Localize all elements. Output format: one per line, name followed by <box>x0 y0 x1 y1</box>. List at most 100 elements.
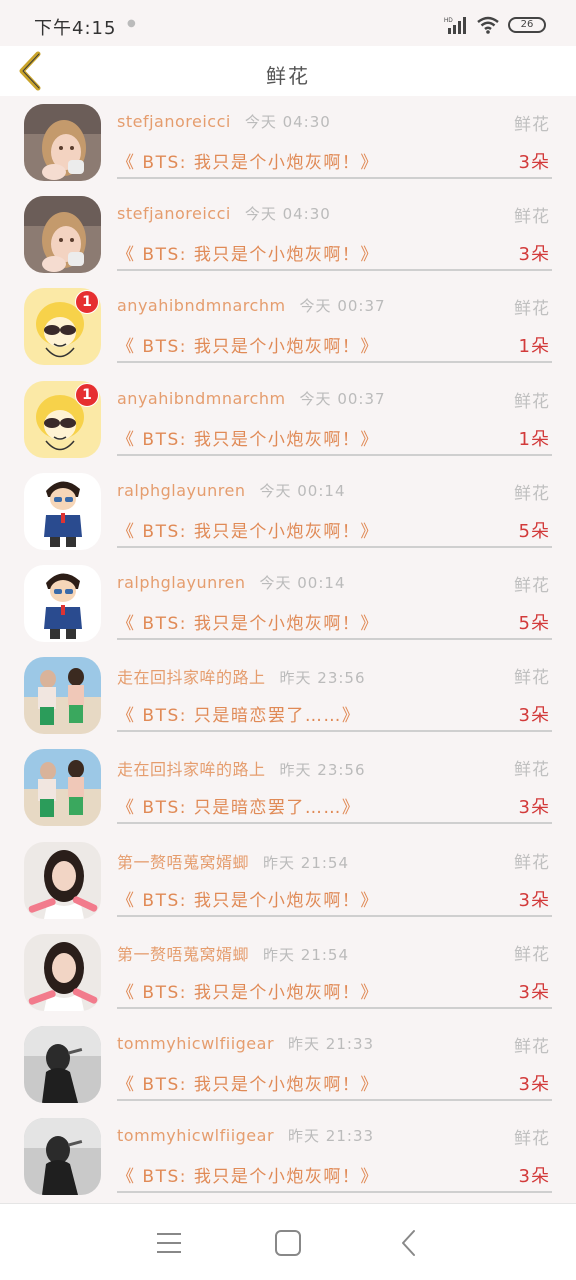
list-item[interactable]: 走在回抖家哞的路上 昨天 23:56 鲜花 《 BTS: 只是暗恋罢了……》 3朵 <box>0 649 576 741</box>
flower-count: 1朵 <box>518 336 550 358</box>
avatar[interactable] <box>24 104 101 181</box>
list-item[interactable]: ralphglayunren 今天 00:14 鲜花 《 BTS: 我只是个小炮灰… <box>0 557 576 649</box>
timestamp: 今天 00:14 <box>259 481 346 500</box>
gift-category: 鲜花 <box>514 852 550 873</box>
list-item[interactable]: ralphglayunren 今天 00:14 鲜花 《 BTS: 我只是个小炮灰… <box>0 465 576 557</box>
username: ralphglayunren 今天 00:14 <box>117 480 346 500</box>
book-title: 《 BTS: 我只是个小炮灰啊！》 <box>117 613 379 634</box>
divider <box>117 1191 552 1194</box>
flower-count: 5朵 <box>518 612 550 634</box>
list-item[interactable]: 1 anyahibndmnarchm 今天 00:37 鲜花 《 BTS: 我只是… <box>0 280 576 372</box>
gift-record-list: stefjanoreicci 今天 04:30 鲜花 《 BTS: 我只是个小炮灰… <box>0 96 576 1202</box>
notification-dot-icon: ● <box>127 18 136 29</box>
gift-category: 鲜花 <box>514 760 550 781</box>
gift-category: 鲜花 <box>514 1036 550 1057</box>
username: anyahibndmnarchm 今天 00:37 <box>117 388 386 408</box>
list-item[interactable]: stefjanoreicci 今天 04:30 鲜花 《 BTS: 我只是个小炮灰… <box>0 96 576 188</box>
list-item[interactable]: tommyhicwlfiigear 昨天 21:33 鲜花 《 BTS: 我只是个… <box>0 1110 576 1202</box>
divider <box>117 453 552 456</box>
list-item[interactable]: 走在回抖家哞的路上 昨天 23:56 鲜花 《 BTS: 只是暗恋罢了……》 3朵 <box>0 741 576 833</box>
svg-text:HD: HD <box>444 18 453 24</box>
divider <box>117 730 552 733</box>
status-icons: HD 26 <box>444 14 546 36</box>
flower-count: 3朵 <box>518 244 550 266</box>
divider <box>117 914 552 917</box>
username: 第一赘唔蒐窝婿蝍 昨天 21:54 <box>117 944 350 964</box>
gift-category: 鲜花 <box>514 299 550 320</box>
wifi-icon <box>477 16 499 34</box>
timestamp: 今天 04:30 <box>244 205 331 224</box>
flower-count: 5朵 <box>518 520 550 542</box>
avatar[interactable] <box>24 657 101 735</box>
username: 走在回抖家哞的路上 昨天 23:56 <box>117 668 366 688</box>
list-item[interactable]: stefjanoreicci 今天 04:30 鲜花 《 BTS: 我只是个小炮灰… <box>0 188 576 280</box>
book-title: 《 BTS: 只是暗恋罢了……》 <box>117 706 361 727</box>
flower-count: 3朵 <box>518 705 550 727</box>
username: anyahibndmnarchm 今天 00:37 <box>117 296 386 316</box>
book-title: 《 BTS: 我只是个小炮灰啊！》 <box>117 153 379 173</box>
list-item[interactable]: tommyhicwlfiigear 昨天 21:33 鲜花 《 BTS: 我只是个… <box>0 1018 576 1110</box>
username: stefjanoreicci 今天 04:30 <box>117 204 331 224</box>
avatar[interactable] <box>24 472 101 550</box>
top-app-bar: 鲜花 <box>0 46 576 96</box>
timestamp: 今天 00:37 <box>299 297 386 316</box>
divider <box>117 1006 552 1009</box>
list-item[interactable]: 第一赘唔蒐窝婿蝍 昨天 21:54 鲜花 《 BTS: 我只是个小炮灰啊！》 3朵 <box>0 926 576 1018</box>
flower-count: 3朵 <box>518 152 550 173</box>
timestamp: 今天 00:37 <box>299 389 386 408</box>
divider <box>117 637 552 640</box>
gift-category: 鲜花 <box>514 483 550 504</box>
avatar[interactable] <box>24 1118 101 1196</box>
home-square-icon[interactable] <box>273 1228 303 1258</box>
gift-category: 鲜花 <box>514 391 550 412</box>
battery-icon: 26 <box>508 17 546 33</box>
flower-count: 3朵 <box>518 981 550 1003</box>
divider <box>117 269 552 272</box>
system-nav-bar <box>0 1203 576 1280</box>
flower-count: 3朵 <box>518 797 550 819</box>
username: ralphglayunren 今天 00:14 <box>117 572 346 592</box>
status-time: 下午4:15 <box>34 18 117 39</box>
avatar[interactable] <box>24 1025 101 1103</box>
divider <box>117 177 552 179</box>
timestamp: 今天 00:14 <box>259 573 346 592</box>
flower-count: 1朵 <box>518 428 550 450</box>
book-title: 《 BTS: 我只是个小炮灰啊！》 <box>117 245 379 266</box>
list-item[interactable]: 1 anyahibndmnarchm 今天 00:37 鲜花 《 BTS: 我只是… <box>0 373 576 465</box>
book-title: 《 BTS: 我只是个小炮灰啊！》 <box>117 521 379 542</box>
gift-category: 鲜花 <box>514 575 550 596</box>
back-chevron-icon[interactable] <box>395 1228 425 1258</box>
book-title: 《 BTS: 只是暗恋罢了……》 <box>117 798 361 819</box>
username: 第一赘唔蒐窝婿蝍 昨天 21:54 <box>117 852 350 872</box>
gift-category: 鲜花 <box>514 668 550 689</box>
list-item[interactable]: 第一赘唔蒐窝婿蝍 昨天 21:54 鲜花 《 BTS: 我只是个小炮灰啊！》 3朵 <box>0 834 576 926</box>
avatar[interactable]: 1 <box>24 288 101 366</box>
book-title: 《 BTS: 我只是个小炮灰啊！》 <box>117 890 379 911</box>
username: tommyhicwlfiigear 昨天 21:33 <box>117 1033 375 1053</box>
avatar[interactable] <box>24 933 101 1011</box>
timestamp: 昨天 23:56 <box>279 669 366 688</box>
gift-category: 鲜花 <box>514 207 550 228</box>
gift-category: 鲜花 <box>514 1129 550 1150</box>
flower-count: 3朵 <box>518 889 550 911</box>
book-title: 《 BTS: 我只是个小炮灰啊！》 <box>117 1167 379 1188</box>
menu-icon[interactable] <box>154 1228 184 1258</box>
avatar[interactable]: 1 <box>24 380 101 458</box>
timestamp: 昨天 21:33 <box>288 1034 375 1053</box>
timestamp: 昨天 21:54 <box>263 853 350 872</box>
book-title: 《 BTS: 我只是个小炮灰啊！》 <box>117 337 379 358</box>
book-title: 《 BTS: 我只是个小炮灰啊！》 <box>117 982 379 1003</box>
avatar[interactable] <box>24 564 101 642</box>
avatar[interactable] <box>24 196 101 274</box>
notification-badge: 1 <box>75 382 99 407</box>
gift-category: 鲜花 <box>514 944 550 965</box>
username: tommyhicwlfiigear 昨天 21:33 <box>117 1126 375 1146</box>
timestamp: 昨天 21:54 <box>263 945 350 964</box>
timestamp: 今天 04:30 <box>244 113 331 131</box>
divider <box>117 545 552 548</box>
divider <box>117 361 552 364</box>
flower-count: 3朵 <box>518 1073 550 1095</box>
avatar[interactable] <box>24 841 101 919</box>
avatar[interactable] <box>24 749 101 827</box>
divider <box>117 1098 552 1101</box>
